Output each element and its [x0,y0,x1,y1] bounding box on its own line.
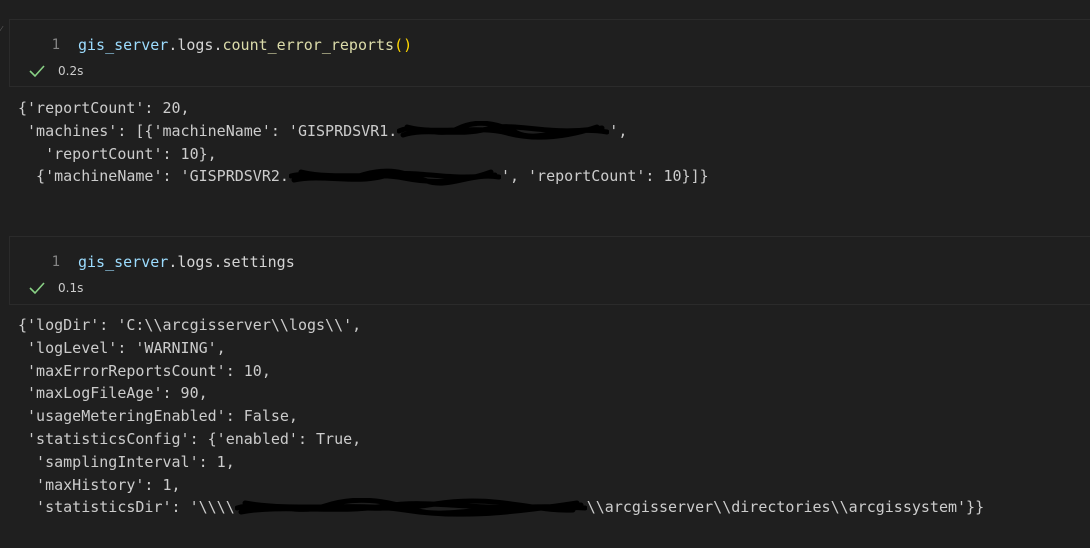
output-line: 'reportCount': 10}, [18,144,217,163]
execution-status: 0.1s [28,281,83,295]
output-line: 'statisticsConfig': {'enabled': True, [18,429,362,448]
collapse-chevron-icon[interactable]: ⁄ [0,26,2,36]
scribble-redaction [397,121,610,141]
code-token-parens: () [394,36,413,54]
line-number: 1 [51,254,60,270]
cell-output-2: {'logDir': 'C:\\arcgisserver\\logs\\', '… [18,314,984,519]
check-icon [29,282,45,295]
execution-time: 0.2s [58,64,84,78]
execution-time: 0.1s [58,281,84,295]
output-line: {'reportCount': 20, [18,99,190,117]
code-token-attribute: settings [222,253,295,271]
notebook-page: ⁄ 1 gis_server. logs. count_error_reports(… [0,0,1090,548]
code-cell-1[interactable]: 1 gis_server. logs. count_error_reports() … [9,19,1090,87]
code-cell-2[interactable]: 1 gis_server. logs. settings 0.1s [9,236,1090,305]
output-line: 'statisticsDir': '\\\\ [18,498,235,517]
output-line: 'maxErrorReportsCount': 10, [18,361,271,380]
code-token-object: gis_server [78,253,169,271]
code-token-module: logs [177,36,214,54]
output-line: 'maxLogFileAge': 90, [18,384,208,403]
output-line: 'machines': [{'machineName': 'GISPRDSVR1… [18,121,398,140]
code-token-module: logs [177,253,214,271]
output-line: 'samplingInterval': 1, [18,452,235,471]
execution-status: 0.2s [28,64,83,78]
code-token-dot: . [168,253,178,271]
code-line[interactable]: 1 gis_server. logs. settings [10,253,295,271]
output-line: 'logLevel': 'WARNING', [18,338,226,357]
code-token-method: count_error_reports [222,36,395,54]
code-token-dot: . [213,253,223,271]
scribble-redaction [234,497,587,517]
output-line: 'maxHistory': 1, [18,475,181,494]
code-line[interactable]: 1 gis_server. logs. count_error_reports() [10,36,413,54]
line-number: 1 [51,37,60,53]
code-token-object: gis_server [78,36,169,54]
check-icon [29,65,45,78]
output-line: ', [609,121,637,140]
output-line: \\arcgisserver\\directories\\arcgissyste… [586,498,985,517]
code-token-dot: . [213,36,223,54]
cell-output-1: {'reportCount': 20, 'machines': [{'machi… [18,97,709,188]
scribble-redaction [288,168,501,186]
output-line: 'usageMeteringEnabled': False, [18,407,298,426]
code-token-dot: . [168,36,178,54]
output-line: {'machineName': 'GISPRDSVR2. [18,167,289,186]
output-line: {'logDir': 'C:\\arcgisserver\\logs\\', [18,316,362,334]
output-line: ', 'reportCount': 10}]} [500,167,709,186]
